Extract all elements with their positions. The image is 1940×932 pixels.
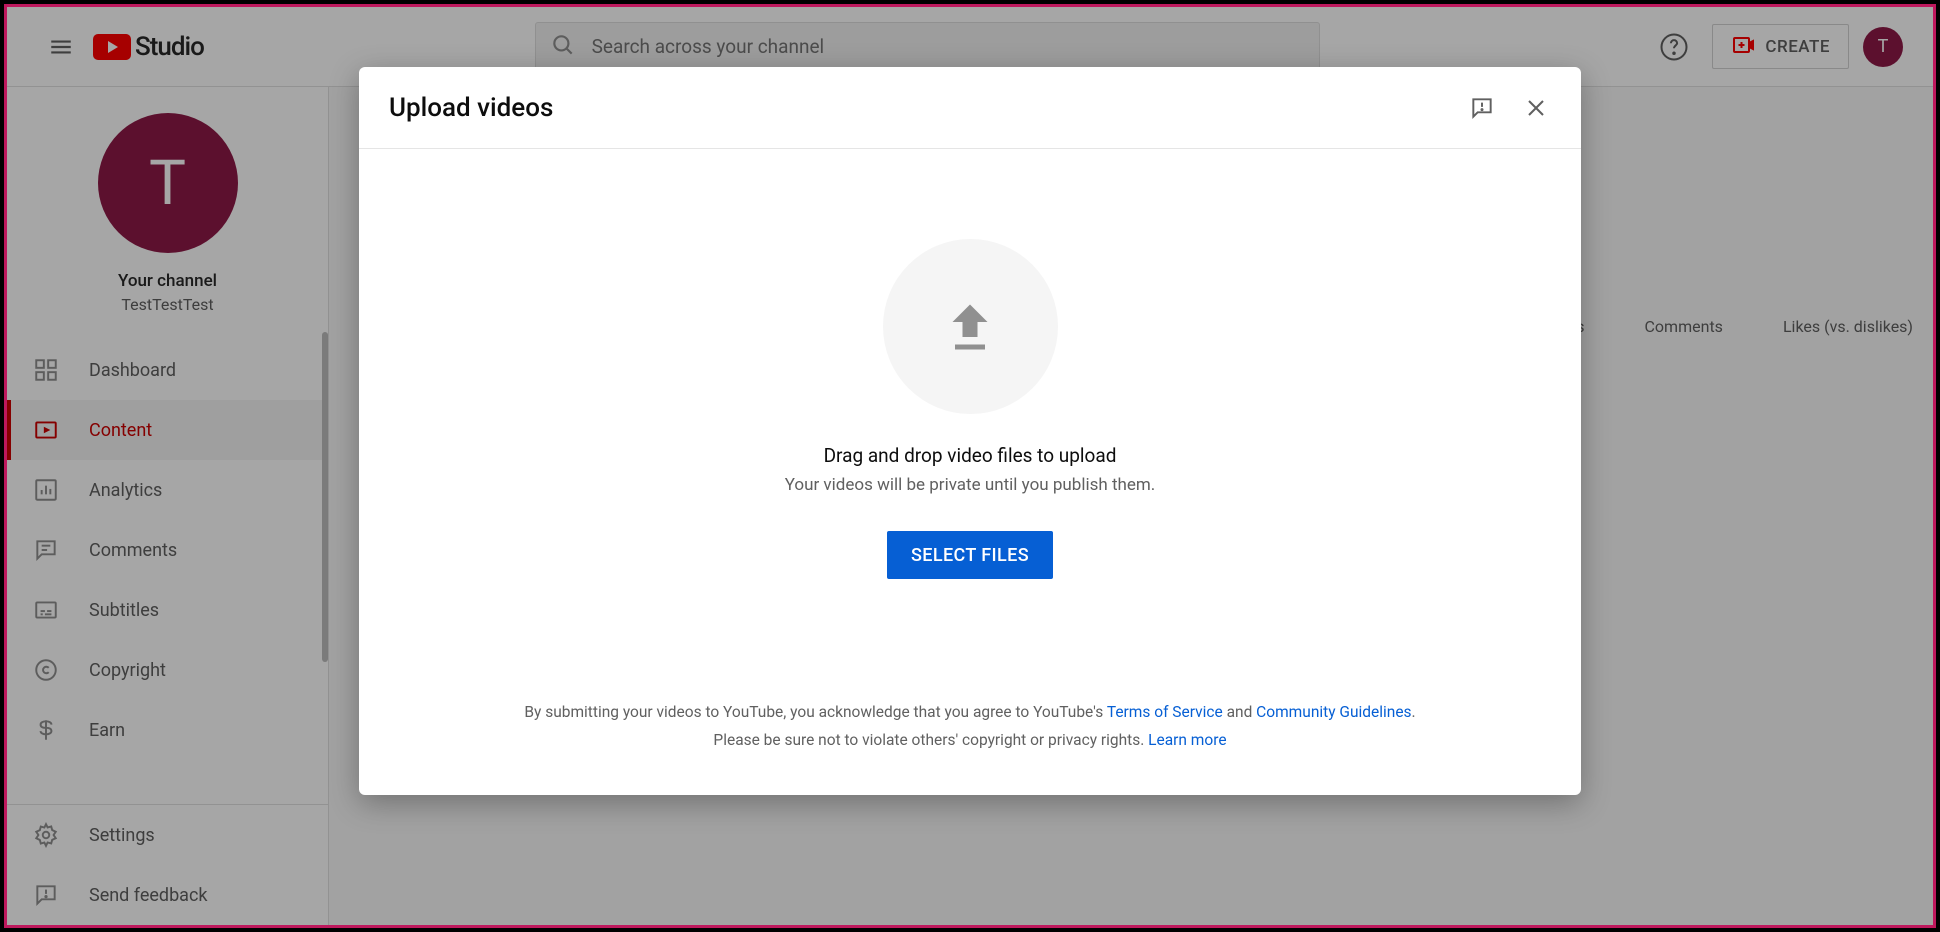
select-files-button[interactable]: SELECT FILES (887, 531, 1053, 579)
modal-header: Upload videos (359, 67, 1581, 149)
legal-text: By submitting your videos to YouTube, yo… (524, 699, 1415, 755)
learn-more-link[interactable]: Learn more (1148, 731, 1226, 749)
feedback-icon[interactable] (1467, 93, 1497, 123)
tos-link[interactable]: Terms of Service (1107, 703, 1223, 721)
guidelines-link[interactable]: Community Guidelines (1256, 703, 1411, 721)
modal-overlay: Upload videos Drag and drop video files … (7, 7, 1933, 925)
upload-heading: Drag and drop video files to upload (824, 444, 1117, 467)
modal-body: Drag and drop video files to upload Your… (359, 149, 1581, 795)
upload-icon (940, 297, 1000, 357)
upload-dropzone[interactable] (883, 239, 1058, 414)
upload-modal: Upload videos Drag and drop video files … (359, 67, 1581, 795)
upload-subheading: Your videos will be private until you pu… (785, 475, 1156, 495)
close-icon[interactable] (1521, 93, 1551, 123)
modal-title: Upload videos (389, 93, 553, 123)
